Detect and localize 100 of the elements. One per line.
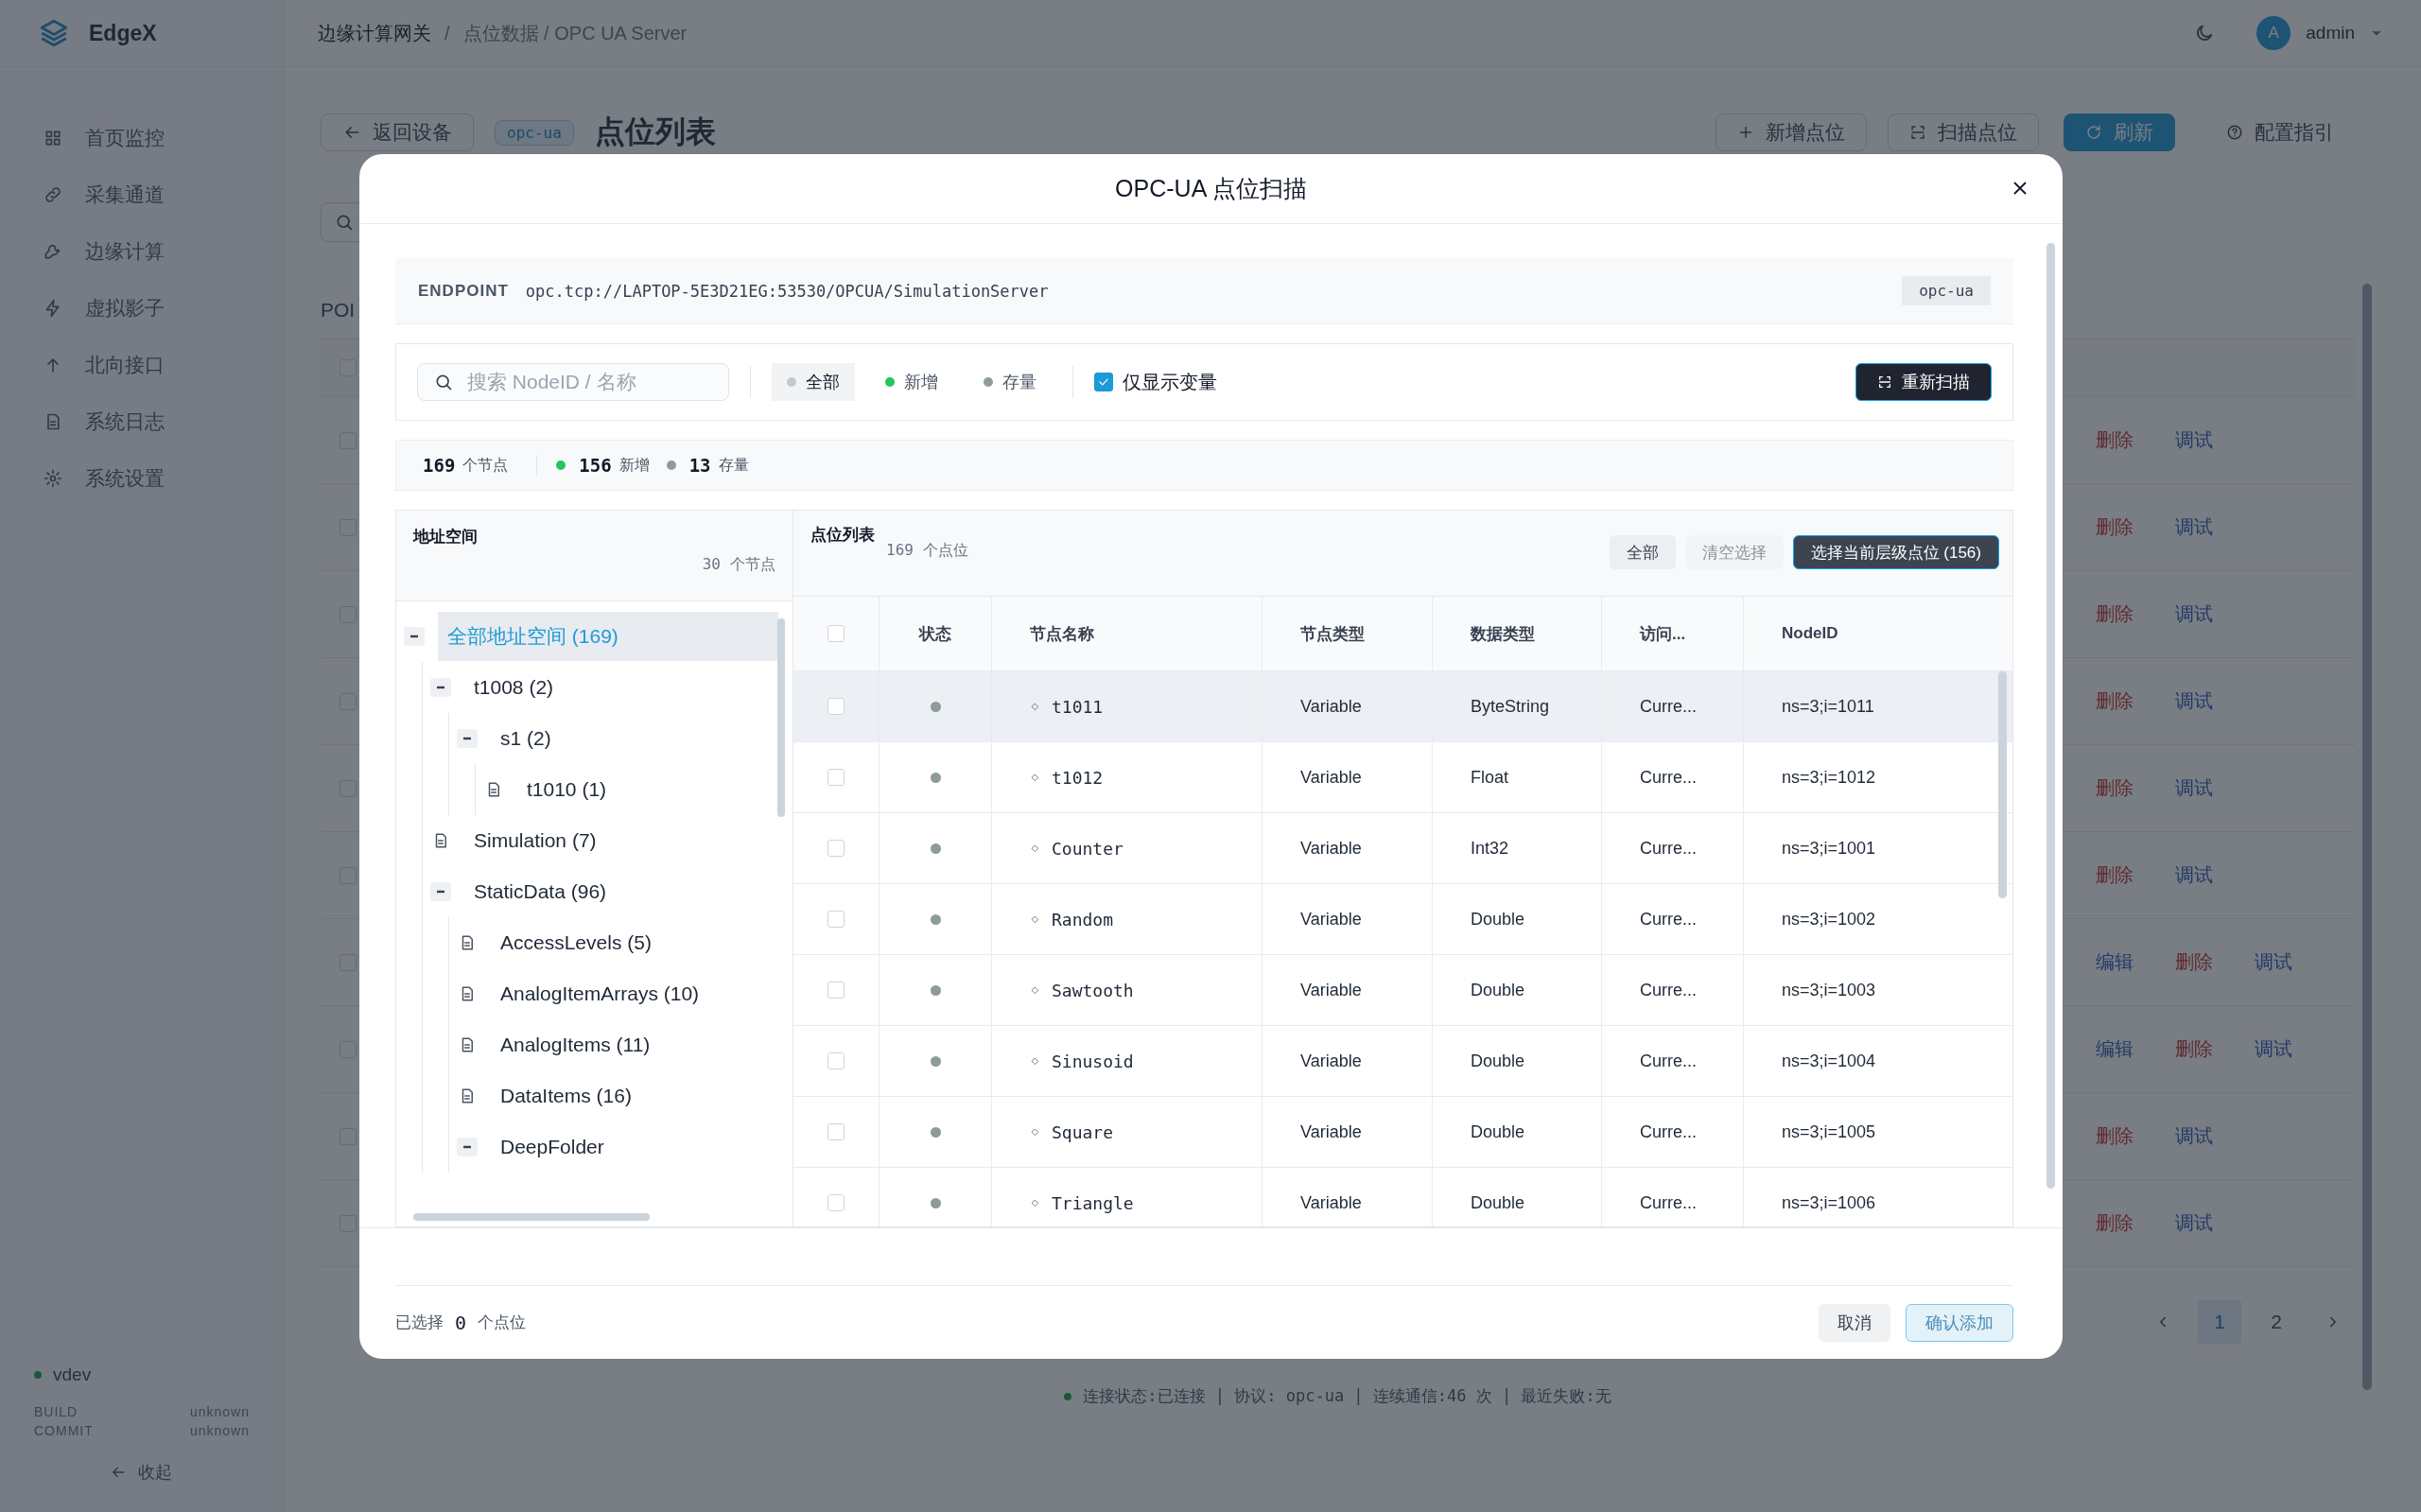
filter-chip[interactable]: 存量 xyxy=(968,363,1052,401)
panel-title: 点位列表 xyxy=(810,525,875,546)
search-field[interactable]: 搜索 NodeID / 名称 xyxy=(417,363,729,401)
action-link[interactable]: 调试 xyxy=(2175,427,2213,453)
tree-item[interactable]: AnalogItems (11) xyxy=(491,1022,660,1068)
tree-item[interactable]: t1010 (1) xyxy=(517,767,617,812)
checkbox[interactable] xyxy=(827,911,845,928)
collapse-toggle[interactable] xyxy=(430,678,451,697)
delete-link[interactable]: 删除 xyxy=(2096,427,2134,453)
page-button[interactable]: 2 xyxy=(2255,1300,2298,1344)
table-cell: ns=3;i=1011 xyxy=(1782,696,1874,717)
diamond-icon xyxy=(1030,772,1040,783)
action-link[interactable]: 调试 xyxy=(2175,1210,2213,1236)
table-cell: ns=3;i=1012 xyxy=(1782,767,1876,788)
delete-link[interactable]: 删除 xyxy=(2175,949,2213,975)
nav-item[interactable]: 首页监控 xyxy=(44,110,284,166)
collapse-toggle[interactable] xyxy=(457,1138,478,1156)
collapse-toggle[interactable] xyxy=(430,882,451,901)
user-avatar[interactable]: A xyxy=(2256,16,2291,50)
action-link[interactable]: 编辑 xyxy=(2096,949,2134,975)
delete-link[interactable]: 删除 xyxy=(2096,514,2134,540)
checkbox[interactable] xyxy=(827,625,845,642)
checkbox[interactable] xyxy=(827,698,845,715)
scan-button[interactable]: 扫描点位 xyxy=(1888,113,2039,151)
brand-name: EdgeX xyxy=(89,20,157,46)
nav-item[interactable]: 边缘计算 xyxy=(44,223,284,280)
delete-link[interactable]: 删除 xyxy=(2096,601,2134,627)
tree-item[interactable]: AccessLevels (5) xyxy=(491,920,661,965)
collapse-toggle[interactable] xyxy=(457,729,478,748)
filter-chip[interactable]: 全部 xyxy=(772,363,855,401)
scrollbar[interactable] xyxy=(777,618,785,817)
tree-item[interactable]: AnalogItemArrays (10) xyxy=(491,971,709,1017)
column-header[interactable]: 节点名称 xyxy=(1030,622,1094,645)
checkbox[interactable] xyxy=(1094,373,1113,391)
action-link[interactable]: 调试 xyxy=(2175,514,2213,540)
action-link[interactable]: 调试 xyxy=(2175,601,2213,627)
add-button[interactable]: 新增点位 xyxy=(1716,113,1867,151)
filter-chip[interactable]: 新增 xyxy=(870,363,953,401)
table-cell: Int32 xyxy=(1471,838,1509,859)
action-link[interactable]: 调试 xyxy=(2255,1036,2292,1062)
nav-item[interactable]: 北向接口 xyxy=(44,337,284,393)
refresh-button[interactable]: 刷新 xyxy=(2064,113,2175,151)
delete-link[interactable]: 删除 xyxy=(2096,775,2134,801)
delete-link[interactable]: 删除 xyxy=(2175,1036,2213,1062)
scrollbar[interactable] xyxy=(2362,284,2372,1390)
select-level-button[interactable]: 选择当前层级点位 (156) xyxy=(1792,535,1999,569)
checkbox[interactable] xyxy=(827,1194,845,1211)
action-link[interactable]: 调试 xyxy=(2175,1123,2213,1149)
table-row[interactable]: Sinusoid Variable Double Curre... ns=3;i=1004 xyxy=(793,1026,2012,1097)
action-link[interactable]: 编辑 xyxy=(2096,1036,2134,1062)
action-link[interactable]: 调试 xyxy=(2255,949,2292,975)
back-button[interactable]: 返回设备 xyxy=(321,113,474,151)
column-header[interactable]: NodeID xyxy=(1782,624,1838,643)
table-row[interactable]: t1011 Variable ByteString Curre... ns=3;i=1011 xyxy=(793,671,2012,742)
nav-item[interactable]: 系统设置 xyxy=(44,450,284,507)
column-header[interactable]: 访问... xyxy=(1640,622,1686,645)
table-row[interactable]: Random Variable Double Curre... ns=3;i=1002 xyxy=(793,884,2012,955)
table-cell: Curre... xyxy=(1640,1192,1697,1213)
scrollbar[interactable] xyxy=(1998,671,2007,898)
checkbox[interactable] xyxy=(827,1052,845,1069)
checkbox[interactable] xyxy=(827,769,845,786)
help-button[interactable]: 配置指引 xyxy=(2205,113,2355,151)
scrollbar[interactable] xyxy=(413,1213,650,1221)
delete-link[interactable]: 删除 xyxy=(2096,1210,2134,1236)
page-button[interactable]: 1 xyxy=(2198,1300,2241,1344)
checkbox[interactable] xyxy=(827,840,845,857)
tree-item[interactable]: DeepFolder xyxy=(491,1124,614,1170)
nav-item[interactable]: 系统日志 xyxy=(44,393,284,450)
checkbox[interactable] xyxy=(827,982,845,999)
tree-item[interactable]: t1008 (2) xyxy=(464,665,564,710)
table-row[interactable]: Triangle Variable Double Curre... ns=3;i=1006 xyxy=(793,1168,2012,1226)
collapse-toggle[interactable] xyxy=(404,627,425,646)
tree-item[interactable]: s1 (2) xyxy=(491,716,561,761)
rescan-button[interactable]: 重新扫描 xyxy=(1855,363,1992,401)
tree-item[interactable]: 全部地址空间 (169) xyxy=(438,612,778,661)
delete-link[interactable]: 删除 xyxy=(2096,862,2134,888)
action-link[interactable]: 调试 xyxy=(2175,862,2213,888)
table-row[interactable]: Sawtooth Variable Double Curre... ns=3;i=1003 xyxy=(793,955,2012,1026)
collapse-button[interactable]: 收起 xyxy=(110,1461,250,1484)
tree-item[interactable]: Simulation (7) xyxy=(464,818,606,863)
scrollbar[interactable] xyxy=(2047,243,2055,1189)
delete-link[interactable]: 删除 xyxy=(2096,1123,2134,1149)
nav-item[interactable]: 采集通道 xyxy=(44,166,284,223)
tree-item[interactable]: DataItems (16) xyxy=(491,1073,641,1119)
checkbox-label[interactable]: 仅显示变量 xyxy=(1123,369,1217,395)
select-all-button[interactable]: 全部 xyxy=(1609,535,1676,569)
breadcrumb-item[interactable]: 点位数据 / OPC UA Server xyxy=(462,20,688,46)
table-row[interactable]: Square Variable Double Curre... ns=3;i=1005 xyxy=(793,1097,2012,1168)
column-header[interactable]: 状态 xyxy=(919,622,951,645)
column-header[interactable]: 节点类型 xyxy=(1300,622,1365,645)
checkbox[interactable] xyxy=(827,1123,845,1140)
delete-link[interactable]: 删除 xyxy=(2096,688,2134,714)
column-header[interactable]: 数据类型 xyxy=(1471,622,1535,645)
user-name[interactable]: admin xyxy=(2306,23,2355,43)
cancel-button[interactable]: 取消 xyxy=(1819,1303,1890,1342)
breadcrumb-item[interactable]: 边缘计算网关 xyxy=(318,20,431,46)
action-link[interactable]: 调试 xyxy=(2175,775,2213,801)
nav-item[interactable]: 虚拟影子 xyxy=(44,280,284,337)
tree-item[interactable]: StaticData (96) xyxy=(464,869,617,914)
action-link[interactable]: 调试 xyxy=(2175,688,2213,714)
